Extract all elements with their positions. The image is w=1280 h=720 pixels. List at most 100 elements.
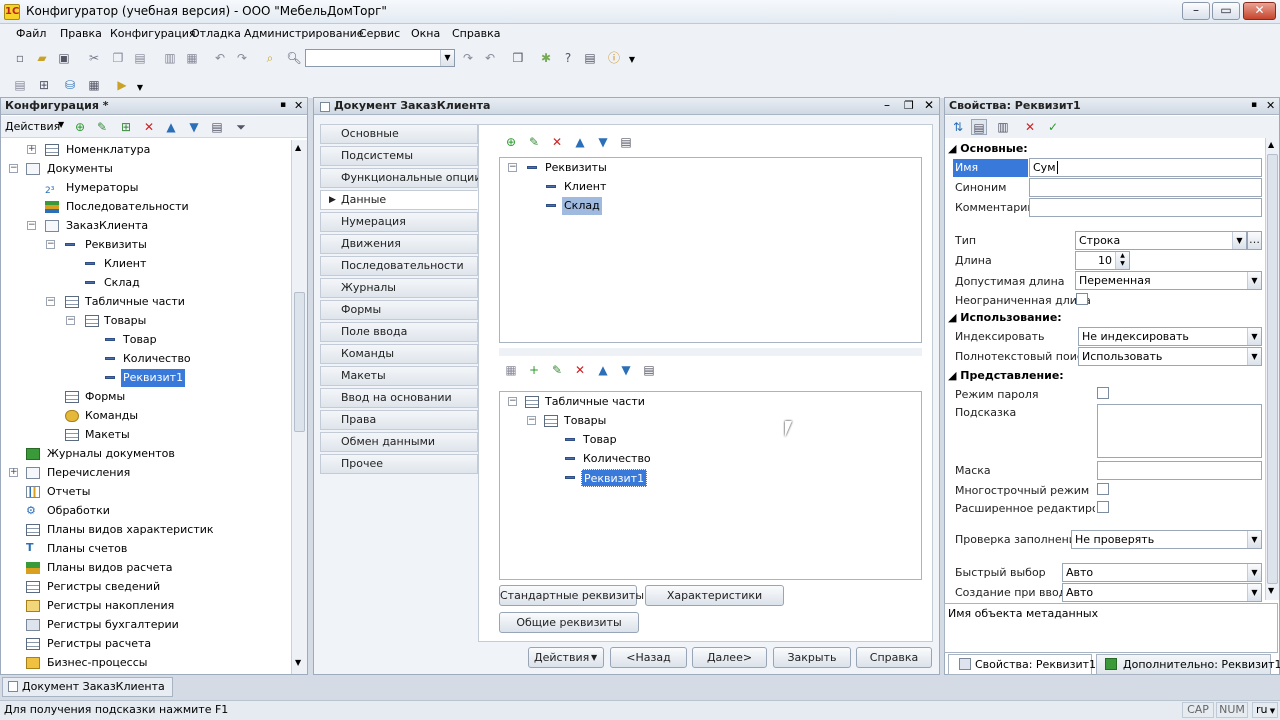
copy-icon[interactable]: ❐: [110, 50, 126, 66]
quick-choice-select[interactable]: Авто ▼: [1062, 563, 1262, 582]
tab-movements[interactable]: Движения: [320, 234, 478, 254]
copy-icon[interactable]: ⊞: [118, 119, 134, 135]
tree-item[interactable]: Регистры бухгалтерии: [1, 616, 291, 634]
name-field[interactable]: Сум: [1029, 158, 1262, 177]
add-column-icon[interactable]: +: [526, 362, 542, 378]
tree-item[interactable]: + Перечисления: [1, 464, 291, 482]
tree-item[interactable]: − Товары: [1, 312, 291, 330]
tree-item[interactable]: Т Планы счетов: [1, 540, 291, 558]
pin-icon[interactable]: ▪: [280, 100, 286, 110]
tab-properties[interactable]: Свойства: Реквизит1: [948, 654, 1096, 675]
menu-file[interactable]: Файл: [16, 27, 46, 40]
section-presentation[interactable]: ◢ Представление:: [948, 369, 1064, 382]
tree-item[interactable]: Товар: [1, 331, 291, 349]
tab-input-based[interactable]: Ввод на основании: [320, 388, 478, 408]
syntax-helper-icon[interactable]: ?: [560, 50, 576, 66]
tree-item[interactable]: Товар: [500, 431, 920, 449]
tree-item[interactable]: Планы видов расчета: [1, 559, 291, 577]
extended-edit-checkbox[interactable]: [1097, 501, 1109, 513]
move-up-icon[interactable]: ▲: [163, 119, 179, 135]
unlimited-length-checkbox[interactable]: [1076, 293, 1088, 305]
tab-data[interactable]: ▶ Данные: [320, 190, 478, 210]
sort-alpha-icon[interactable]: ⇅: [950, 119, 966, 135]
database-icon[interactable]: ⛁: [62, 77, 78, 93]
print-icon[interactable]: ▥: [162, 50, 178, 66]
config-tree-icon[interactable]: ▤: [12, 77, 28, 93]
section-usage[interactable]: ◢ Использование:: [948, 311, 1062, 324]
tab-basic[interactable]: Основные: [320, 124, 478, 144]
tab-numbering[interactable]: Нумерация: [320, 212, 478, 232]
standard-attributes-button[interactable]: Стандартные реквизиты: [499, 585, 644, 606]
tab-commands[interactable]: Команды: [320, 344, 478, 364]
tree-item[interactable]: Регистры расчета: [1, 635, 291, 653]
windows-icon[interactable]: ❒: [510, 50, 526, 66]
find-folder-icon[interactable]: ⌕: [262, 50, 278, 66]
actions-button[interactable]: Действия ▼: [528, 647, 604, 668]
properties-scrollbar[interactable]: ▲ ▼: [1265, 138, 1279, 600]
dictionary-icon[interactable]: ▤: [582, 50, 598, 66]
comment-field[interactable]: [1029, 198, 1262, 217]
chevron-down-icon[interactable]: ▼: [1247, 348, 1261, 365]
tree-item[interactable]: Склад: [1, 274, 291, 292]
tab-journals[interactable]: Журналы: [320, 278, 478, 298]
chevron-down-icon[interactable]: ▼: [1247, 584, 1261, 601]
new-icon[interactable]: ▫: [12, 50, 28, 66]
actions-menu[interactable]: Действия: [5, 120, 60, 133]
tree-item[interactable]: − Реквизиты: [1, 236, 291, 254]
find-next-icon[interactable]: ↷: [460, 50, 476, 66]
fill-check-select[interactable]: Не проверять ▼: [1071, 530, 1262, 549]
tree-item[interactable]: Регистры сведений: [1, 578, 291, 596]
preview-icon[interactable]: ▦: [184, 50, 200, 66]
multiline-checkbox[interactable]: [1097, 483, 1109, 495]
close-icon[interactable]: ✕: [924, 98, 934, 112]
tab-forms[interactable]: Формы: [320, 300, 478, 320]
delete-icon[interactable]: ✕: [549, 134, 565, 150]
delete-icon[interactable]: ✕: [141, 119, 157, 135]
tree-item[interactable]: − Товары: [500, 412, 920, 430]
move-up-icon[interactable]: ▲: [572, 134, 588, 150]
characteristics-button[interactable]: Характеристики: [645, 585, 784, 606]
create-on-input-select[interactable]: Авто ▼: [1062, 583, 1262, 602]
chevron-down-icon[interactable]: ▼: [1232, 232, 1246, 249]
chevron-down-icon[interactable]: ▼: [1247, 564, 1261, 581]
add-table-icon[interactable]: ▦: [503, 362, 519, 378]
chevron-down-icon[interactable]: ▼: [624, 52, 640, 68]
move-down-icon[interactable]: ▼: [618, 362, 634, 378]
menu-administration[interactable]: Администрирование: [244, 27, 364, 40]
add-icon[interactable]: ⊕: [503, 134, 519, 150]
categories-icon[interactable]: ▤: [971, 119, 987, 135]
close-dialog-button[interactable]: Закрыть: [773, 647, 851, 668]
tab-data-exchange[interactable]: Обмен данными: [320, 432, 478, 452]
menu-service[interactable]: Сервис: [359, 27, 400, 40]
tree-item[interactable]: Отчеты: [1, 483, 291, 501]
tree-item-selected[interactable]: Реквизит1: [1, 369, 291, 387]
tab-rights[interactable]: Права: [320, 410, 478, 430]
mask-field[interactable]: [1097, 461, 1262, 480]
tree-item[interactable]: − ЗаказКлиента: [1, 217, 291, 235]
close-icon[interactable]: ✕: [294, 99, 303, 112]
index-select[interactable]: Не индексировать ▼: [1078, 327, 1262, 346]
tree-item[interactable]: − Табличные части: [500, 393, 920, 411]
spinner-icon[interactable]: ▲ ▼: [1115, 252, 1129, 269]
minimize-icon[interactable]: –: [884, 98, 890, 112]
help-button[interactable]: Справка: [856, 647, 932, 668]
menu-debug[interactable]: Отладка: [191, 27, 241, 40]
config-scrollbar[interactable]: ▲ ▼: [291, 140, 307, 674]
close-icon[interactable]: ✕: [1266, 99, 1275, 112]
undo-icon[interactable]: ↶: [212, 50, 228, 66]
chevron-down-icon[interactable]: ▼: [1247, 272, 1261, 289]
menu-windows[interactable]: Окна: [411, 27, 440, 40]
tree-item[interactable]: − Реквизиты: [500, 159, 920, 177]
cut-icon[interactable]: ✂: [86, 50, 102, 66]
move-up-icon[interactable]: ▲: [595, 362, 611, 378]
tree-item[interactable]: − Табличные части: [1, 293, 291, 311]
scroll-thumb[interactable]: [294, 292, 305, 432]
move-down-icon[interactable]: ▼: [186, 119, 202, 135]
tree-item[interactable]: Регистры накопления: [1, 597, 291, 615]
scroll-down-icon[interactable]: ▼: [295, 658, 301, 667]
compare-icon[interactable]: ⊞: [36, 77, 52, 93]
tree-item[interactable]: Клиент: [1, 255, 291, 273]
sort-icon[interactable]: ▤: [618, 134, 634, 150]
run-debug-icon[interactable]: ▶: [114, 77, 130, 93]
filter-list-icon[interactable]: ▥: [995, 119, 1011, 135]
